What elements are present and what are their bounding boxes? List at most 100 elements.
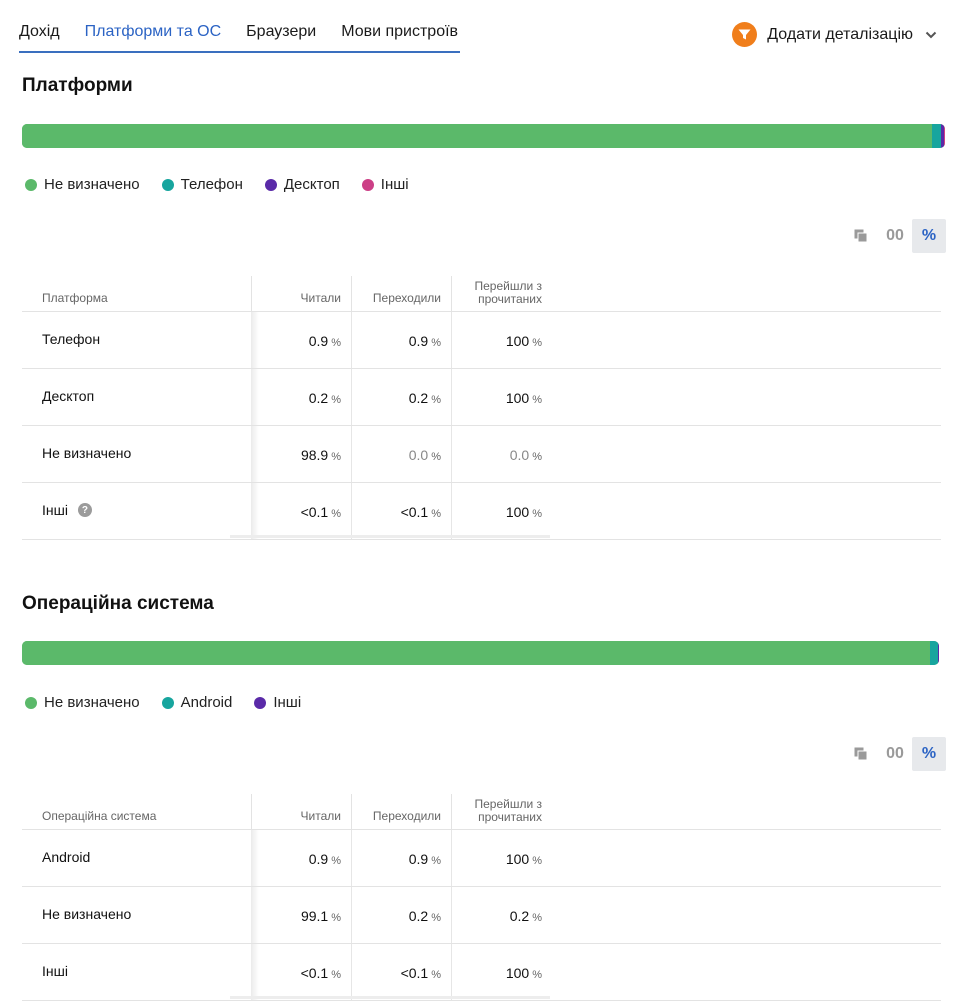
os-legend: Не визначено Android Інші [25, 694, 323, 711]
cell-clicked: <0.1% [400, 965, 441, 981]
table-header: Платформа Читали Переходили Перейшли з пр… [22, 276, 941, 312]
legend-label: Android [180, 694, 233, 711]
cell-read: 0.2% [308, 390, 341, 406]
cell-read: 98.9% [300, 447, 341, 463]
cell-conversion: 0.2% [509, 908, 542, 924]
row-label: Інші [42, 963, 68, 979]
legend-label: Десктоп [283, 176, 340, 193]
legend-label: Не визначено [44, 694, 140, 711]
legend-dot [361, 178, 374, 191]
column-header-platform[interactable]: Платформа [42, 291, 108, 305]
os-table: Операційна система Читали Переходили Пер… [22, 794, 941, 1001]
table-row: Не визначено 99.1% 0.2% 0.2% [22, 887, 941, 944]
cell-read: 0.9% [308, 851, 341, 867]
column-header-clicked[interactable]: Переходили [352, 809, 441, 823]
percent-values-button[interactable]: % [912, 737, 946, 771]
column-header-os[interactable]: Операційна система [42, 809, 156, 823]
cell-conversion: 0.0% [509, 447, 542, 463]
funnel-icon [732, 22, 758, 47]
row-label: Android [42, 849, 91, 865]
cell-clicked: 0.9% [408, 333, 441, 349]
column-header-read[interactable]: Читали [252, 291, 341, 305]
bar-segment-other [937, 641, 939, 665]
tab-platforms-os[interactable]: Платформи та ОС [85, 0, 222, 41]
report-tabs: Дохід Платформи та ОС Браузери Мови прис… [19, 0, 483, 53]
legend-dot [25, 696, 37, 709]
tab-income[interactable]: Дохід [19, 0, 60, 41]
cell-read: <0.1% [300, 965, 341, 981]
absolute-values-button[interactable]: 00 [878, 737, 912, 771]
cell-conversion: 100% [505, 390, 542, 406]
table-row: Десктоп 0.2% 0.2% 100% [22, 369, 941, 426]
cell-clicked: <0.1% [400, 504, 441, 520]
table-row: Телефон 0.9% 0.9% 100% [22, 312, 941, 369]
legend-label: Інші [273, 694, 302, 711]
os-view-toolbar: 00 % [844, 737, 946, 771]
platforms-title: Платформи [22, 75, 133, 96]
os-share-bar [22, 641, 939, 665]
cell-clicked: 0.9% [408, 851, 441, 867]
column-header-clicked[interactable]: Переходили [352, 291, 441, 305]
legend-dot [161, 696, 174, 709]
table-header: Операційна система Читали Переходили Пер… [22, 794, 941, 830]
cell-clicked: 0.0% [408, 447, 441, 463]
legend-item-other[interactable]: Інші [361, 176, 409, 193]
add-detail-button[interactable]: Додати деталізацію [732, 22, 937, 47]
cell-clicked: 0.2% [408, 390, 441, 406]
bar-segment-undefined [22, 641, 930, 665]
chevron-down-icon[interactable] [925, 31, 937, 39]
cell-read: <0.1% [300, 504, 341, 520]
legend-item-undefined[interactable]: Не визначено [25, 176, 140, 193]
add-detail-label: Додати деталізацію [767, 25, 913, 43]
bar-segment-android [929, 641, 938, 665]
platforms-share-bar [22, 124, 945, 148]
tab-browsers[interactable]: Браузери [246, 0, 316, 41]
cell-conversion: 100% [505, 504, 542, 520]
copy-icon[interactable] [844, 737, 878, 771]
absolute-values-button[interactable]: 00 [878, 219, 912, 253]
legend-dot [25, 178, 37, 191]
copy-icon[interactable] [844, 219, 878, 253]
table-row: Android 0.9% 0.9% 100% [22, 830, 941, 887]
cell-conversion: 100% [505, 851, 542, 867]
platforms-legend: Не визначено Телефон Десктоп Інші [25, 176, 431, 193]
legend-dot [254, 696, 267, 709]
legend-label: Інші [380, 176, 409, 193]
column-header-read[interactable]: Читали [252, 809, 341, 823]
table-row: Інші <0.1% <0.1% 100% [22, 944, 941, 1001]
row-label: Десктоп [42, 388, 95, 404]
cell-clicked: 0.2% [408, 908, 441, 924]
row-label: Телефон [42, 331, 101, 347]
column-header-conversion[interactable]: Перейшли з прочитаних [452, 280, 542, 306]
cell-read: 99.1% [300, 908, 341, 924]
row-label: Не визначено [42, 445, 132, 461]
table-row: Не визначено 98.9% 0.0% 0.0% [22, 426, 941, 483]
platforms-view-toolbar: 00 % [844, 219, 946, 253]
legend-dot [264, 178, 277, 191]
bar-segment-other [943, 124, 945, 148]
legend-label: Телефон [180, 176, 243, 193]
tab-device-languages[interactable]: Мови пристроїв [341, 0, 458, 41]
legend-item-other[interactable]: Інші [254, 694, 301, 711]
row-label: Не визначено [42, 906, 132, 922]
legend-item-phone[interactable]: Телефон [161, 176, 243, 193]
bar-segment-phone [932, 124, 941, 148]
help-icon[interactable]: ? [77, 503, 92, 517]
cell-conversion: 100% [505, 965, 542, 981]
table-scroll-track [230, 996, 550, 999]
legend-dot [161, 178, 174, 191]
legend-item-android[interactable]: Android [161, 694, 233, 711]
legend-item-undefined[interactable]: Не визначено [25, 694, 140, 711]
bar-segment-undefined [22, 124, 933, 148]
column-header-conversion[interactable]: Перейшли з прочитаних [452, 798, 542, 824]
table-row: Інші? <0.1% <0.1% 100% [22, 483, 941, 540]
legend-item-desktop[interactable]: Десктоп [264, 176, 340, 193]
platforms-table: Платформа Читали Переходили Перейшли з пр… [22, 276, 941, 540]
legend-label: Не визначено [44, 176, 140, 193]
row-label: Інші? [42, 502, 92, 518]
percent-values-button[interactable]: % [912, 219, 946, 253]
table-scroll-track [230, 535, 550, 538]
os-title: Операційна система [22, 593, 214, 614]
tabs-underline [19, 51, 460, 53]
cell-read: 0.9% [308, 333, 341, 349]
